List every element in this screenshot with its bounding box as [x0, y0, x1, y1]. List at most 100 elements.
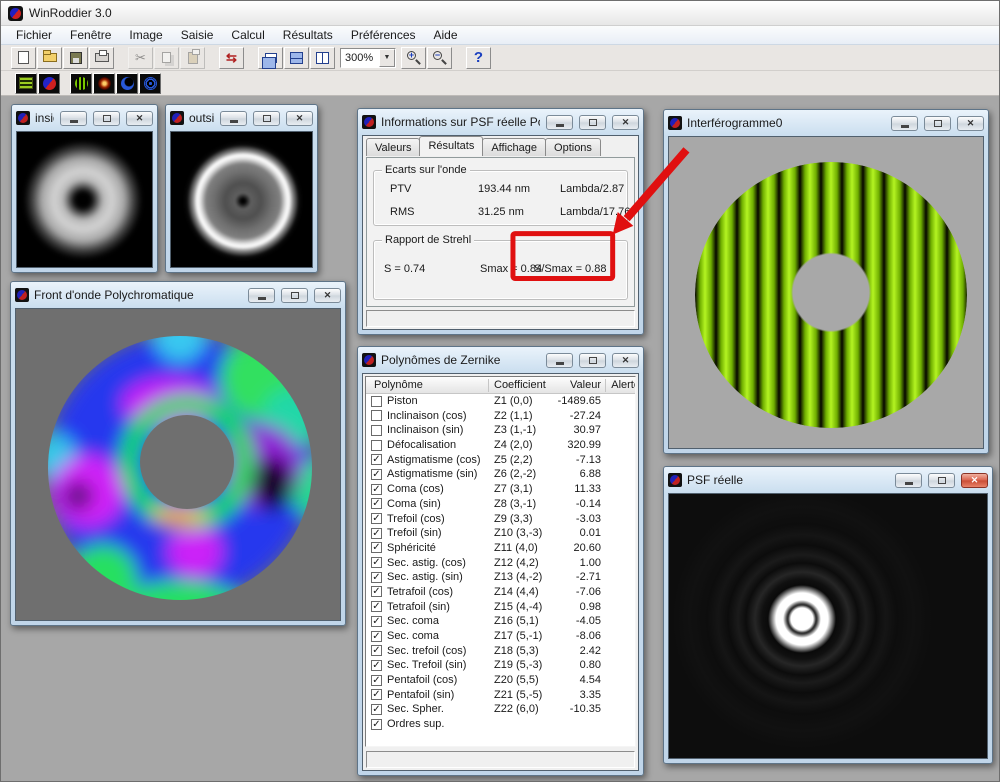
tab-resultats[interactable]: Résultats [419, 136, 483, 156]
checkbox-checked[interactable]: ✓ [371, 469, 382, 480]
menu-saisie[interactable]: Saisie [172, 26, 223, 44]
checkbox-checked[interactable]: ✓ [371, 675, 382, 686]
help-button[interactable]: ? [466, 47, 491, 69]
restore-button[interactable] [579, 353, 606, 368]
zernike-window-titlebar[interactable]: Polynômes de Zernike ✕ [362, 349, 639, 371]
checkbox-checked[interactable]: ✓ [371, 498, 382, 509]
checkbox-checked[interactable]: ✓ [371, 631, 382, 642]
minimize-button[interactable] [248, 288, 275, 303]
zernike-row[interactable]: ✓Trefoil (sin)Z10 (3,-3)0.01 [366, 526, 635, 541]
zernike-row[interactable]: ✓Trefoil (cos)Z9 (3,3)-3.03 [366, 512, 635, 527]
checkbox-checked[interactable]: ✓ [371, 454, 382, 465]
zernike-row[interactable]: PistonZ1 (0,0)-1489.65 [366, 394, 635, 409]
copy-button[interactable] [154, 47, 179, 69]
checkbox-checked[interactable]: ✓ [371, 660, 382, 671]
tab-valeurs[interactable]: Valeurs [366, 138, 420, 156]
minimize-button[interactable] [891, 116, 918, 131]
chevron-down-icon[interactable]: ▼ [379, 49, 395, 67]
outside-window-titlebar[interactable]: outsi... ✕ [170, 107, 313, 129]
checkbox-unchecked[interactable] [371, 410, 382, 421]
cut-button[interactable]: ✂ [128, 47, 153, 69]
zernike-row[interactable]: ✓Sec. comaZ17 (5,-1)-8.06 [366, 629, 635, 644]
close-button[interactable]: ✕ [961, 473, 988, 488]
restore-button[interactable] [924, 116, 951, 131]
zernike-row[interactable]: ✓Astigmatisme (cos)Z5 (2,2)-7.13 [366, 453, 635, 468]
print-button[interactable] [89, 47, 114, 69]
zernike-row[interactable]: ✓Sec. trefoil (cos)Z18 (5,3)2.42 [366, 644, 635, 659]
zernike-row[interactable]: ✓Tetrafoil (cos)Z14 (4,4)-7.06 [366, 585, 635, 600]
save-button[interactable] [63, 47, 88, 69]
wavefront-window-titlebar[interactable]: Front d'onde Polychromatique ✕ [15, 284, 341, 306]
close-button[interactable]: ✕ [612, 353, 639, 368]
menu-aide[interactable]: Aide [425, 26, 467, 44]
restore-button[interactable] [928, 473, 955, 488]
zernike-row[interactable]: ✓SphéricitéZ11 (4,0)20.60 [366, 541, 635, 556]
restore-button[interactable] [579, 115, 606, 130]
cascade-windows-button[interactable] [258, 47, 283, 69]
new-button[interactable] [11, 47, 36, 69]
checkbox-checked[interactable]: ✓ [371, 557, 382, 568]
checkbox-checked[interactable]: ✓ [371, 586, 382, 597]
zoom-out-button[interactable]: − [427, 47, 452, 69]
zoom-in-button[interactable]: + [401, 47, 426, 69]
minimize-button[interactable] [546, 353, 573, 368]
zernike-row[interactable]: ✓Tetrafoil (sin)Z15 (4,-4)0.98 [366, 600, 635, 615]
close-button[interactable]: ✕ [612, 115, 639, 130]
info-window-titlebar[interactable]: Informations sur PSF réelle Polychro... … [362, 111, 639, 133]
logo-view-button[interactable] [38, 73, 60, 94]
zoom-level-combobox[interactable]: 300% ▼ [340, 48, 396, 68]
refresh-button[interactable]: ⇆ [219, 47, 244, 69]
paste-button[interactable] [180, 47, 205, 69]
checkbox-checked[interactable]: ✓ [371, 528, 382, 539]
checkbox-checked[interactable]: ✓ [371, 645, 382, 656]
zernike-row[interactable]: ✓Sec. astig. (cos)Z12 (4,2)1.00 [366, 556, 635, 571]
synthetic-psf-view-button[interactable] [139, 73, 161, 94]
zernike-row[interactable]: ✓Pentafoil (sin)Z21 (5,-5)3.35 [366, 688, 635, 703]
restore-button[interactable] [281, 288, 308, 303]
minimize-button[interactable] [220, 111, 247, 126]
checkbox-unchecked[interactable] [371, 425, 382, 436]
zernike-row[interactable]: ✓Sec. Spher.Z22 (6,0)-10.35 [366, 702, 635, 717]
zernike-row[interactable]: DéfocalisationZ4 (2,0)320.99 [366, 438, 635, 453]
checkbox-checked[interactable]: ✓ [371, 513, 382, 524]
psf-window-titlebar[interactable]: PSF réelle ✕ [668, 469, 988, 491]
tab-options[interactable]: Options [545, 138, 601, 156]
checkbox-checked[interactable]: ✓ [371, 484, 382, 495]
zernike-row[interactable]: Inclinaison (cos)Z2 (1,1)-27.24 [366, 409, 635, 424]
checkbox-checked[interactable]: ✓ [371, 601, 382, 612]
inside-window-titlebar[interactable]: insid... ✕ [16, 107, 153, 129]
menu-image[interactable]: Image [120, 26, 171, 44]
checkbox-checked[interactable]: ✓ [371, 542, 382, 553]
zernike-row[interactable]: ✓Ordres sup. [366, 717, 635, 732]
restore-button[interactable] [93, 111, 120, 126]
menu-fenetre[interactable]: Fenêtre [61, 26, 120, 44]
minimize-button[interactable] [895, 473, 922, 488]
close-button[interactable]: ✕ [314, 288, 341, 303]
column-header-coefficient[interactable]: Coefficient [494, 379, 546, 391]
tile-horizontal-button[interactable] [284, 47, 309, 69]
psf-view-button[interactable] [93, 73, 115, 94]
checkbox-checked[interactable]: ✓ [371, 704, 382, 715]
minimize-button[interactable] [60, 111, 87, 126]
mtf-view-button[interactable] [15, 73, 37, 94]
close-button[interactable]: ✕ [957, 116, 984, 131]
restore-button[interactable] [253, 111, 280, 126]
zernike-row[interactable]: ✓Pentafoil (cos)Z20 (5,5)4.54 [366, 673, 635, 688]
close-button[interactable]: ✕ [286, 111, 313, 126]
minimize-button[interactable] [546, 115, 573, 130]
checkbox-checked[interactable]: ✓ [371, 689, 382, 700]
column-header-alerte[interactable]: Alerte [590, 379, 636, 391]
checkbox-checked[interactable]: ✓ [371, 572, 382, 583]
tile-vertical-button[interactable] [310, 47, 335, 69]
menu-preferences[interactable]: Préférences [342, 26, 425, 44]
menu-fichier[interactable]: Fichier [7, 26, 61, 44]
pupil-view-button[interactable] [116, 73, 138, 94]
zernike-row[interactable]: ✓Astigmatisme (sin)Z6 (2,-2)6.88 [366, 467, 635, 482]
zernike-row[interactable]: ✓Coma (sin)Z8 (3,-1)-0.14 [366, 497, 635, 512]
menu-calcul[interactable]: Calcul [222, 26, 273, 44]
checkbox-checked[interactable]: ✓ [371, 719, 382, 730]
open-button[interactable] [37, 47, 62, 69]
zernike-row[interactable]: ✓Sec. comaZ16 (5,1)-4.05 [366, 614, 635, 629]
zernike-row[interactable]: ✓Sec. astig. (sin)Z13 (4,-2)-2.71 [366, 570, 635, 585]
column-header-polynome[interactable]: Polynôme [374, 379, 423, 391]
